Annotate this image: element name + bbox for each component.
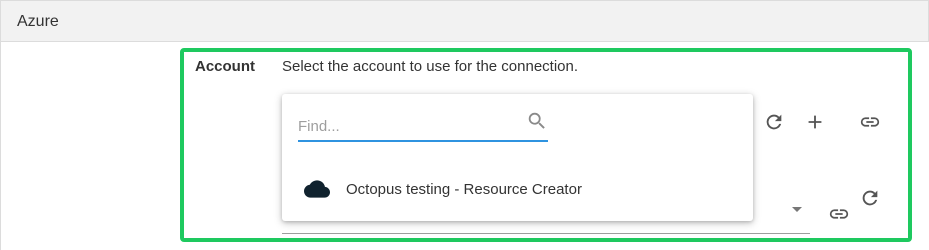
link-button-lower[interactable] xyxy=(827,202,851,226)
refresh-icon xyxy=(766,114,782,130)
cloud-icon xyxy=(304,178,330,200)
refresh-button[interactable] xyxy=(762,110,786,134)
search-input[interactable] xyxy=(298,116,518,136)
search-icon xyxy=(526,110,548,132)
refresh-button-lower[interactable] xyxy=(858,186,882,210)
add-icon xyxy=(808,115,822,129)
section-title: Azure xyxy=(17,13,59,30)
chevron-down-icon[interactable] xyxy=(792,207,802,212)
link-icon xyxy=(829,209,849,219)
account-label: Account xyxy=(195,58,255,75)
link-button[interactable] xyxy=(858,110,882,134)
account-selector-popover: Octopus testing - Resource Creator xyxy=(282,94,753,221)
list-item[interactable]: Octopus testing - Resource Creator xyxy=(282,174,753,206)
link-icon xyxy=(860,117,880,127)
section-header[interactable]: Azure xyxy=(0,0,929,42)
account-select-underline[interactable] xyxy=(282,233,810,234)
account-description: Select the account to use for the connec… xyxy=(282,58,579,75)
add-button[interactable] xyxy=(803,110,827,134)
refresh-icon xyxy=(862,190,878,206)
section-border xyxy=(0,41,1,250)
search-field[interactable] xyxy=(298,110,548,142)
list-item-label: Octopus testing - Resource Creator xyxy=(346,181,582,198)
